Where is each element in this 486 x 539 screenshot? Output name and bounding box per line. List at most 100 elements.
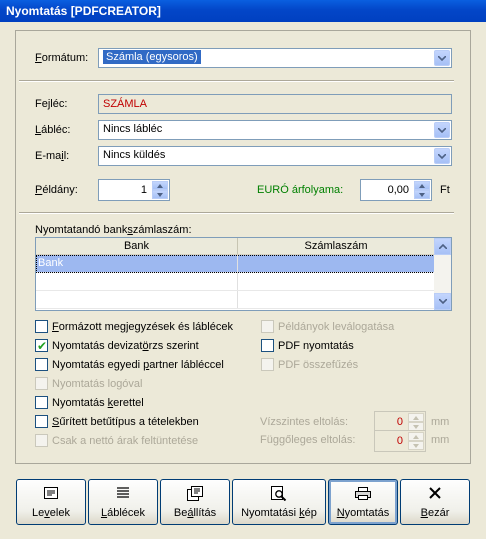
- euro-rate-label: EURÓ árfolyama:: [257, 184, 344, 196]
- email-value: Nincs küldés: [103, 149, 166, 161]
- column-header-account[interactable]: Számlaszám: [238, 238, 435, 254]
- separator: [19, 212, 454, 214]
- checkbox-label: PDF összefűzés: [278, 358, 359, 371]
- checkbox-box[interactable]: [35, 320, 48, 333]
- chevron-down-icon[interactable]: [434, 148, 450, 164]
- button-label: Láblécek: [100, 507, 146, 519]
- settings-button[interactable]: Beállítás: [160, 479, 230, 525]
- spin-up-icon: [408, 432, 424, 441]
- vertical-offset-stepper: 0: [374, 430, 426, 452]
- pdf-print-checkbox[interactable]: PDF nyomtatás: [261, 339, 354, 352]
- checkbox-label: Sűrített betűtípus a tételekben: [52, 415, 199, 428]
- column-header-bank[interactable]: Bank: [36, 238, 238, 254]
- formatted-notes-checkbox[interactable]: Formázott megjegyzések és láblécek: [35, 320, 233, 333]
- email-label: E-mail:: [35, 150, 70, 162]
- header-field[interactable]: SZÁMLA: [98, 94, 452, 114]
- header-value: SZÁMLA: [103, 98, 148, 110]
- button-label: Beállítás: [173, 507, 217, 519]
- checkbox-label: Nyomtatás kerettel: [52, 396, 144, 409]
- bank-section-label: Nyomtatandó bankszámlaszám:: [35, 224, 192, 236]
- checkbox-label: Csak a nettó árak feltüntetése: [52, 434, 199, 447]
- checkbox-box[interactable]: [35, 396, 48, 409]
- euro-rate-stepper[interactable]: 0,00: [360, 179, 432, 201]
- vertical-offset-label: Függőleges eltolás:: [260, 434, 356, 446]
- table-row[interactable]: [36, 291, 451, 309]
- checkbox-label: Nyomtatás devizatörzs szerint: [52, 339, 199, 352]
- table-row[interactable]: Bank: [36, 255, 451, 273]
- footers-button[interactable]: Láblécek: [88, 479, 158, 525]
- condensed-font-checkbox[interactable]: Sűrített betűtípus a tételekben: [35, 415, 199, 428]
- spin-down-icon[interactable]: [152, 190, 168, 199]
- settings-icon: [187, 485, 203, 501]
- print-preview-button[interactable]: Nyomtatási kép: [232, 479, 326, 525]
- checkbox-box: [35, 434, 48, 447]
- chevron-down-icon[interactable]: [434, 50, 450, 66]
- checkbox-box: [261, 358, 274, 371]
- checkbox-label: Nyomtatás egyedi partner lábléccel: [52, 358, 224, 371]
- button-label: Nyomtatás: [336, 507, 390, 519]
- checkbox-label: Nyomtatás logóval: [52, 377, 143, 390]
- scroll-down-icon[interactable]: [434, 293, 451, 310]
- spin-down-icon[interactable]: [414, 190, 430, 199]
- format-label: Formátum:: [35, 52, 89, 64]
- table-cell: [36, 291, 238, 308]
- print-frame-checkbox[interactable]: Nyomtatás kerettel: [35, 396, 144, 409]
- button-label: Bezár: [420, 507, 450, 519]
- checkbox-box: [35, 377, 48, 390]
- print-button[interactable]: Nyomtatás: [328, 479, 398, 525]
- checkbox-box[interactable]: ✔: [35, 339, 48, 353]
- vertical-offset-value: 0: [396, 435, 403, 447]
- checkbox-box[interactable]: [35, 358, 48, 371]
- table-cell: [238, 255, 435, 272]
- checkbox-box: [261, 320, 274, 333]
- table-cell: [36, 273, 238, 290]
- collate-copies-checkbox: Példányok leválogatása: [261, 320, 394, 333]
- header-label: Fejléc:: [35, 98, 68, 110]
- table-header: Bank Számlaszám: [36, 238, 451, 255]
- spin-up-icon[interactable]: [414, 181, 430, 190]
- close-icon: [429, 485, 441, 501]
- footer-label: Lábléc:: [35, 124, 71, 136]
- vertical-offset-unit: mm: [431, 434, 450, 446]
- footer-select[interactable]: Nincs lábléc: [98, 120, 452, 140]
- email-select[interactable]: Nincs küldés: [98, 146, 452, 166]
- format-select[interactable]: Számla (egysoros): [98, 48, 452, 68]
- horizontal-offset-label: Vízszintes eltolás:: [260, 416, 349, 428]
- chevron-down-icon[interactable]: [434, 122, 450, 138]
- pdf-merge-checkbox: PDF összefűzés: [261, 358, 358, 371]
- checkbox-box[interactable]: [261, 339, 274, 352]
- copies-label: Példány:: [35, 184, 78, 196]
- checkbox-label: PDF nyomtatás: [278, 339, 354, 352]
- vertical-scrollbar[interactable]: [434, 238, 451, 310]
- preview-icon: [271, 485, 287, 501]
- net-prices-only-checkbox: Csak a nettó árak feltüntetése: [35, 434, 198, 447]
- spin-up-icon: [408, 413, 424, 422]
- partner-footer-checkbox[interactable]: Nyomtatás egyedi partner lábléccel: [35, 358, 224, 371]
- close-button[interactable]: Bezár: [400, 479, 470, 525]
- separator: [19, 80, 454, 82]
- spin-down-icon: [408, 441, 424, 450]
- checkbox-label: Formázott megjegyzések és láblécek: [52, 320, 233, 333]
- printer-icon: [355, 485, 371, 501]
- table-cell: [238, 273, 435, 290]
- format-value: Számla (egysoros): [103, 50, 201, 64]
- checkbox-label: Példányok leválogatása: [278, 320, 395, 333]
- checkbox-box[interactable]: [35, 415, 48, 428]
- check-icon: ✔: [37, 339, 48, 353]
- button-label: Nyomtatási kép: [241, 507, 317, 519]
- table-cell: Bank: [36, 255, 238, 272]
- letter-icon: [44, 485, 58, 501]
- euro-rate-value: 0,00: [387, 184, 409, 196]
- horizontal-offset-value: 0: [396, 416, 403, 428]
- scroll-up-icon[interactable]: [434, 238, 451, 255]
- letters-button[interactable]: Levelek: [16, 479, 86, 525]
- euro-rate-unit: Ft: [440, 184, 450, 196]
- bank-account-table[interactable]: Bank Számlaszám Bank: [35, 237, 452, 311]
- spin-up-icon[interactable]: [152, 181, 168, 190]
- table-row[interactable]: [36, 273, 451, 291]
- print-by-currency-checkbox[interactable]: ✔ Nyomtatás devizatörzs szerint: [35, 339, 199, 353]
- lines-icon: [116, 485, 130, 501]
- window-titlebar: Nyomtatás [PDFCREATOR]: [0, 0, 486, 22]
- table-cell: [238, 291, 435, 308]
- copies-stepper[interactable]: 1: [98, 179, 170, 201]
